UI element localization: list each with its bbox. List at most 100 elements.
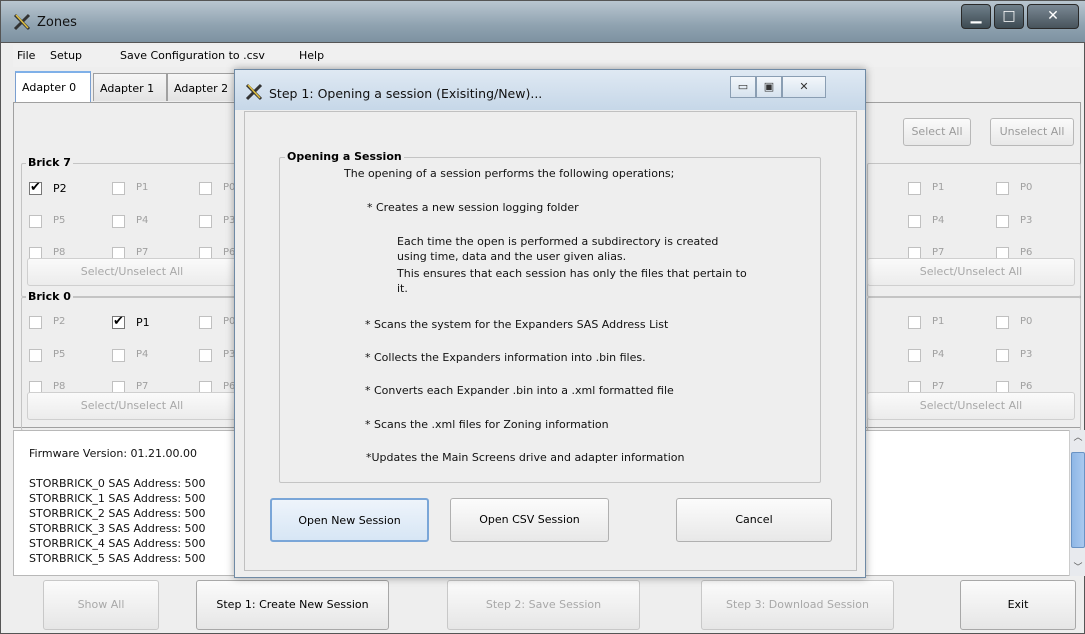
step2-save-session-button[interactable]: Step 2: Save Session xyxy=(447,580,640,630)
dialog-close-button[interactable]: ✕ xyxy=(782,76,826,98)
op-convert-xml: * Converts each Expander .bin into a .xm… xyxy=(365,384,674,397)
op-detail-1: Each time the open is performed a subdir… xyxy=(397,235,719,248)
port-checkbox[interactable] xyxy=(29,215,42,228)
port-checkbox[interactable] xyxy=(199,316,212,329)
port-label: P3 xyxy=(1020,215,1033,226)
select-unselect-all-button[interactable]: Select/Unselect All xyxy=(867,392,1075,420)
port-checkbox[interactable] xyxy=(112,215,125,228)
port-label: P7 xyxy=(136,247,149,258)
x-logo-icon xyxy=(13,13,31,31)
sas-address-line: STORBRICK_5 SAS Address: 500 xyxy=(29,552,206,565)
select-unselect-all-button[interactable]: Select/Unselect All xyxy=(867,258,1075,286)
port-checkbox[interactable] xyxy=(199,349,212,362)
minimize-button[interactable]: ▁ xyxy=(961,4,991,29)
port-checkbox[interactable] xyxy=(908,215,921,228)
select-all-button[interactable]: Select All xyxy=(903,118,971,146)
open-csv-session-button[interactable]: Open CSV Session xyxy=(450,498,609,542)
op-collect-info: * Collects the Expanders information int… xyxy=(365,351,646,364)
port-label: P6 xyxy=(1020,381,1033,392)
maximize-button[interactable]: □ xyxy=(994,4,1024,29)
dialog-maximize-button[interactable]: ▣ xyxy=(756,76,782,98)
port-checkbox[interactable] xyxy=(29,180,42,195)
tab-adapter-1[interactable]: Adapter 1 xyxy=(93,73,167,101)
close-icon: ✕ xyxy=(1047,8,1059,24)
maximize-icon: ▣ xyxy=(763,80,775,93)
port-label: P6 xyxy=(1020,247,1033,258)
step3-download-session-button[interactable]: Step 3: Download Session xyxy=(701,580,894,630)
close-icon: ✕ xyxy=(799,80,809,93)
brick-label: Brick 7 xyxy=(26,156,73,169)
maximize-icon: □ xyxy=(1002,8,1016,24)
port-checkbox[interactable] xyxy=(908,316,921,329)
port-label: P1 xyxy=(136,316,150,329)
x-logo-icon xyxy=(245,83,263,101)
port-label: P5 xyxy=(53,215,66,226)
port-checkbox[interactable] xyxy=(112,349,125,362)
port-label: P7 xyxy=(136,381,149,392)
step1-create-session-button[interactable]: Step 1: Create New Session xyxy=(196,580,389,630)
port-label: P5 xyxy=(53,349,66,360)
port-label: P1 xyxy=(932,182,945,193)
port-label: P2 xyxy=(53,182,67,195)
port-checkbox[interactable] xyxy=(112,314,125,329)
port-checkbox[interactable] xyxy=(29,316,42,329)
op-create-folder: * Creates a new session logging folder xyxy=(367,201,579,214)
minimize-icon: ▭ xyxy=(737,80,749,93)
sas-address-line: STORBRICK_2 SAS Address: 500 xyxy=(29,507,206,520)
sas-address-line: STORBRICK_4 SAS Address: 500 xyxy=(29,537,206,550)
port-checkbox[interactable] xyxy=(199,182,212,195)
port-label: P7 xyxy=(932,381,945,392)
menu-setup[interactable]: Setup xyxy=(50,49,82,62)
minimize-icon: ▁ xyxy=(970,8,982,24)
port-label: P3 xyxy=(1020,349,1033,360)
intro-text: The opening of a session performs the fo… xyxy=(344,167,675,180)
brick-label: Brick 0 xyxy=(26,290,73,303)
close-button[interactable]: ✕ xyxy=(1027,4,1079,29)
group-title: Opening a Session xyxy=(285,150,404,163)
sas-address-line: STORBRICK_0 SAS Address: 500 xyxy=(29,477,206,490)
open-session-dialog: Step 1: Opening a session (Exisiting/New… xyxy=(234,69,866,578)
port-checkbox[interactable] xyxy=(112,182,125,195)
port-checkbox[interactable] xyxy=(908,182,921,195)
port-label: P4 xyxy=(932,215,945,226)
menu-bar: File Setup Save Configuration to .csv He… xyxy=(13,45,1081,67)
port-checkbox[interactable] xyxy=(996,182,1009,195)
menu-save-csv[interactable]: Save Configuration to .csv xyxy=(120,49,265,62)
menu-help[interactable]: Help xyxy=(299,49,324,62)
tab-adapter-2[interactable]: Adapter 2 xyxy=(167,73,241,101)
menu-file[interactable]: File xyxy=(17,49,35,62)
select-unselect-all-button[interactable]: Select/Unselect All xyxy=(27,258,237,286)
exit-button[interactable]: Exit xyxy=(960,580,1076,630)
firmware-version: Firmware Version: 01.21.00.00 xyxy=(29,447,198,460)
unselect-all-button[interactable]: Unselect All xyxy=(990,118,1074,146)
port-label: P7 xyxy=(932,247,945,258)
scroll-down-icon[interactable]: ﹀ xyxy=(1071,560,1085,574)
port-checkbox[interactable] xyxy=(29,349,42,362)
port-label: P4 xyxy=(136,349,149,360)
open-new-session-button[interactable]: Open New Session xyxy=(270,498,429,542)
op-update-screens: *Updates the Main Screens drive and adap… xyxy=(366,451,685,464)
show-all-button[interactable]: Show All xyxy=(43,580,159,630)
port-checkbox[interactable] xyxy=(996,215,1009,228)
select-unselect-all-button[interactable]: Select/Unselect All xyxy=(27,392,237,420)
tab-adapter-0[interactable]: Adapter 0 xyxy=(15,71,91,103)
port-label: P1 xyxy=(932,316,945,327)
scroll-thumb[interactable] xyxy=(1071,452,1085,548)
dialog-title-bar: Step 1: Opening a session (Exisiting/New… xyxy=(235,70,865,110)
window-title: Zones xyxy=(37,15,77,30)
op-detail-4: it. xyxy=(397,282,408,295)
port-checkbox[interactable] xyxy=(908,349,921,362)
op-scan-zoning: * Scans the .xml files for Zoning inform… xyxy=(365,418,609,431)
port-checkbox[interactable] xyxy=(199,215,212,228)
port-label: P0 xyxy=(1020,316,1033,327)
port-label: P8 xyxy=(53,247,66,258)
scroll-up-icon[interactable]: ︿ xyxy=(1071,430,1085,444)
port-checkbox[interactable] xyxy=(996,316,1009,329)
port-label: P1 xyxy=(136,182,149,193)
port-checkbox[interactable] xyxy=(996,349,1009,362)
port-label: P0 xyxy=(1020,182,1033,193)
cancel-button[interactable]: Cancel xyxy=(676,498,832,542)
log-scrollbar[interactable]: ︿ ﹀ xyxy=(1069,430,1085,576)
sas-address-line: STORBRICK_3 SAS Address: 500 xyxy=(29,522,206,535)
dialog-minimize-button[interactable]: ▭ xyxy=(730,76,756,98)
